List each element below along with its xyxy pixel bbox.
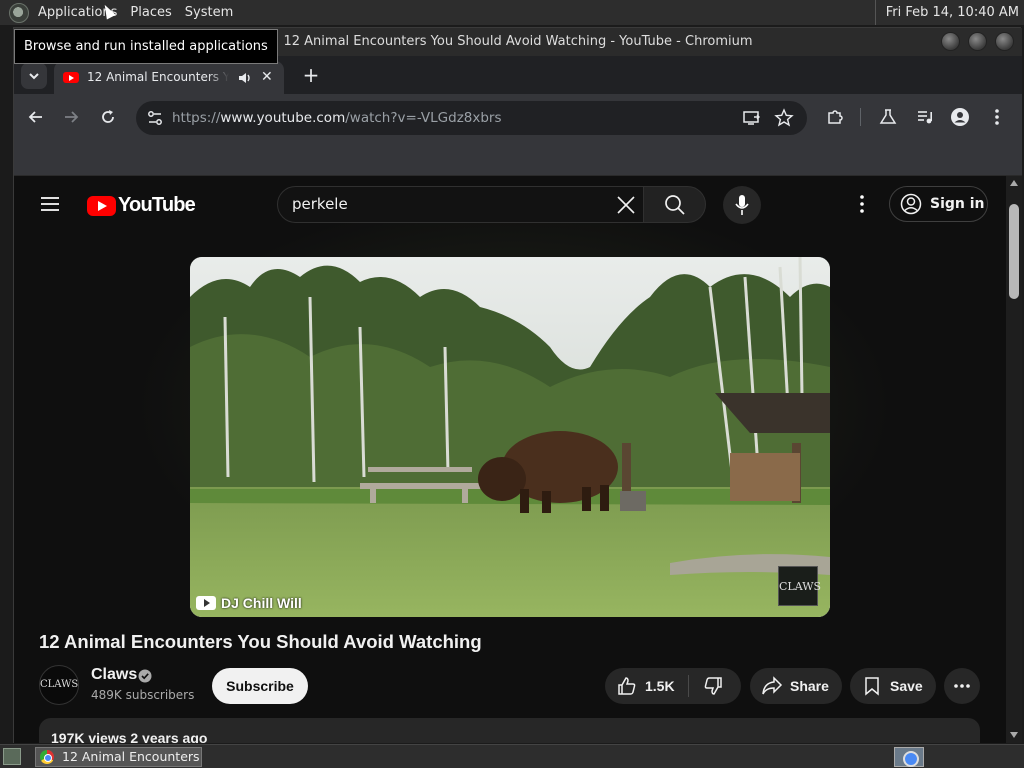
browser-menu-kebab-icon[interactable] — [985, 105, 1009, 129]
browser-window: 12 Animal Encounters You Should Avoid Wa… — [13, 27, 1022, 743]
thumbs-up-icon[interactable] — [617, 676, 637, 696]
page-scrollbar[interactable] — [1006, 176, 1022, 743]
microphone-icon — [735, 195, 749, 215]
watermark-text: DJ Chill Will — [221, 595, 302, 611]
search-input[interactable]: perkele — [277, 186, 644, 223]
chromium-icon — [40, 750, 54, 764]
description-box[interactable]: 197K views 2 years ago — [39, 718, 980, 743]
search-icon — [665, 195, 685, 215]
desktop: Applications Places System Fri Feb 14, 1… — [0, 0, 1024, 768]
profile-avatar-icon[interactable] — [948, 105, 972, 129]
video-title: 12 Animal Encounters You Should Avoid Wa… — [39, 631, 482, 652]
bookmark-save-icon — [865, 677, 879, 696]
browser-toolbar: https://www.youtube.com/watch?v=-VLGdz8x… — [14, 94, 1022, 140]
scroll-up-arrow-icon[interactable] — [1010, 180, 1018, 186]
back-arrow-icon[interactable] — [24, 105, 48, 129]
chevron-down-icon — [29, 73, 39, 80]
speaker-audio-icon[interactable] — [238, 71, 252, 85]
reload-icon[interactable] — [96, 105, 120, 129]
video-player[interactable]: DJ Chill Will CLAWS — [190, 257, 830, 617]
taskbar-item-chromium[interactable]: 12 Animal Encounters You Should Avoid Wa… — [35, 747, 202, 767]
account-circle-icon — [900, 193, 922, 215]
bookmark-star-icon[interactable] — [774, 108, 794, 128]
sign-in-button[interactable]: Sign in — [889, 186, 988, 222]
bookmarks-bar — [14, 140, 1022, 176]
video-frame-bison-scene — [190, 257, 830, 617]
scroll-down-arrow-icon[interactable] — [1010, 732, 1018, 738]
hamburger-menu-icon[interactable] — [38, 192, 62, 216]
panel-clock[interactable]: Fri Feb 14, 10:40 AM — [874, 0, 1019, 25]
channel-branding-logo[interactable]: CLAWS — [778, 566, 821, 606]
youtube-watermark-icon — [196, 596, 216, 610]
new-tab-button[interactable]: + — [299, 63, 323, 87]
places-menu[interactable]: Places — [126, 5, 175, 20]
maximize-button[interactable] — [968, 32, 987, 51]
subscriber-count: 489K subscribers — [91, 688, 195, 702]
toolbar-divider — [860, 108, 861, 126]
share-label: Share — [790, 678, 829, 694]
extensions-puzzle-icon[interactable] — [823, 105, 847, 129]
show-desktop-icon[interactable] — [3, 748, 21, 765]
url-host: www.youtube.com — [220, 110, 346, 126]
url-scheme: https:// — [172, 110, 221, 126]
scrollbar-thumb[interactable] — [1009, 204, 1019, 299]
site-settings-icon[interactable] — [145, 108, 165, 128]
settings-kebab-icon[interactable] — [850, 192, 874, 216]
top-panel: Applications Places System Fri Feb 14, 1… — [0, 0, 1024, 25]
url-text: https://www.youtube.com/watch?v=-VLGdz8x… — [172, 101, 502, 135]
search-button[interactable] — [643, 186, 706, 223]
more-horizontal-icon — [954, 684, 970, 688]
forward-arrow-icon[interactable] — [59, 105, 83, 129]
like-divider — [688, 675, 689, 697]
clear-search-icon[interactable] — [616, 195, 636, 215]
thumbs-down-icon[interactable] — [703, 676, 723, 696]
voice-search-button[interactable] — [723, 186, 761, 224]
tab-active[interactable]: 12 Animal Encounters You Should Avoid Wa… — [54, 61, 284, 94]
workspace-switcher[interactable] — [894, 747, 924, 767]
tab-search-button[interactable] — [21, 63, 47, 89]
youtube-logo[interactable]: YouTube — [87, 194, 196, 217]
tab-title: 12 Animal Encounters You Should Avoid Wa… — [87, 70, 229, 84]
youtube-favicon-icon — [63, 72, 79, 83]
like-count[interactable]: 1.5K — [645, 668, 675, 704]
channel-name[interactable]: Claws — [91, 666, 137, 684]
bottom-taskbar: 12 Animal Encounters You Should Avoid Wa… — [0, 744, 1024, 768]
like-dislike-group: 1.5K — [605, 668, 741, 704]
minimize-button[interactable] — [941, 32, 960, 51]
tab-close-icon[interactable]: ✕ — [261, 61, 273, 94]
address-bar[interactable]: https://www.youtube.com/watch?v=-VLGdz8x… — [136, 101, 807, 135]
more-actions-button[interactable] — [944, 668, 980, 704]
url-path: /watch?v=-VLGdz8xbrs — [345, 110, 502, 126]
media-control-icon[interactable] — [913, 105, 937, 129]
subscribe-button[interactable]: Subscribe — [212, 668, 308, 704]
distro-logo-icon[interactable] — [9, 2, 29, 23]
channel-avatar[interactable]: CLAWS — [39, 665, 79, 705]
save-button[interactable]: Save — [850, 668, 936, 704]
sign-in-label: Sign in — [930, 196, 985, 212]
labs-flask-icon[interactable] — [876, 105, 900, 129]
share-arrow-icon — [762, 676, 783, 695]
youtube-header: YouTube perkele Sign in — [14, 176, 1006, 232]
video-watermark: DJ Chill Will — [196, 595, 302, 611]
youtube-logo-text: YouTube — [118, 194, 196, 216]
taskbar-item-label: 12 Animal Encounters You Should Avoid Wa… — [62, 749, 201, 764]
view-count-and-date: 197K views 2 years ago — [51, 730, 208, 743]
search-query: perkele — [292, 195, 348, 213]
system-menu[interactable]: System — [181, 5, 237, 20]
save-label: Save — [890, 678, 923, 694]
install-app-icon[interactable] — [742, 108, 762, 128]
applications-tooltip: Browse and run installed applications — [14, 29, 278, 64]
verified-check-icon — [138, 669, 152, 683]
youtube-play-logo-icon — [87, 195, 116, 216]
page-viewport: YouTube perkele Sign in DJ Chill Will CL… — [14, 176, 1006, 743]
close-window-button[interactable] — [995, 32, 1014, 51]
share-button[interactable]: Share — [750, 668, 842, 704]
